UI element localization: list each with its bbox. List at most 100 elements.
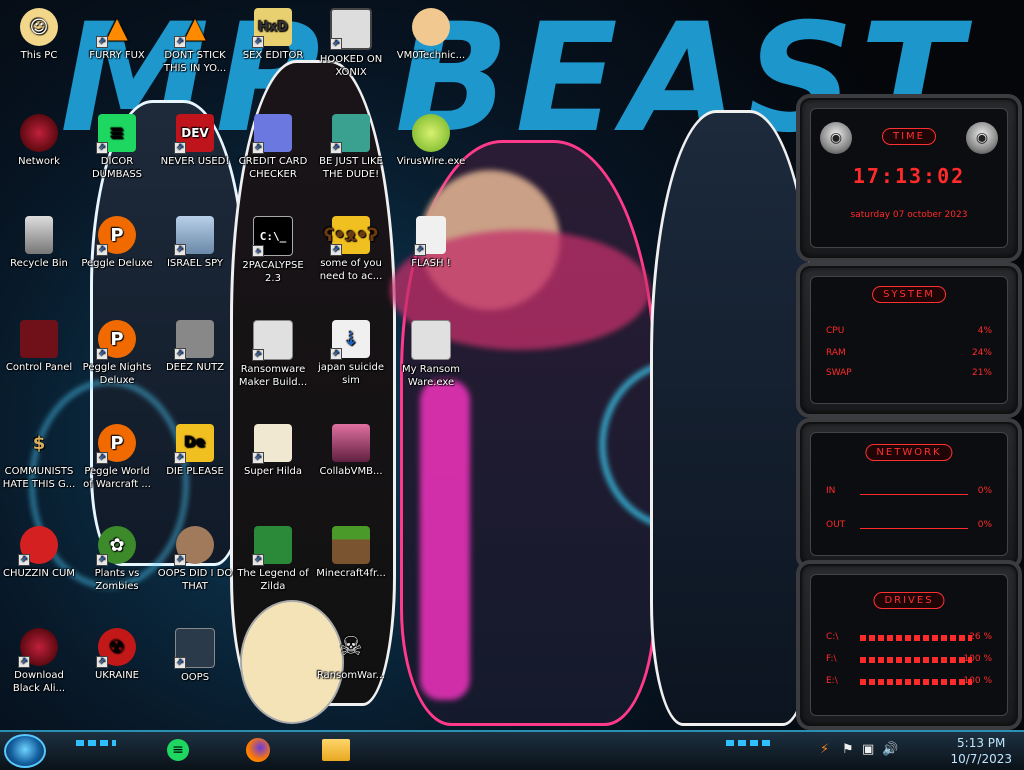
alien-head-icon: ◉: [966, 122, 998, 154]
installer-icon: ⇣ ↗: [330, 320, 370, 360]
desktop-icon-label: OOPS: [180, 672, 210, 683]
desktop-icon-peggle-nights[interactable]: P ↗ Peggle Nights Deluxe: [78, 320, 156, 387]
desktop-icon-hooked-on-xonix[interactable]: ↗ HOOKED ON XONIX: [312, 8, 390, 79]
desktop-icon-ransomware[interactable]: ☠ RansomWar...: [312, 628, 390, 682]
desktop-icon-credit-card-checker[interactable]: ↗ CREDIT CARD CHECKER: [234, 114, 312, 181]
time-gadget-title: TIME: [881, 128, 937, 145]
network-row-out: OUT 0%: [826, 520, 992, 530]
desktop-icon-die-please[interactable]: De ↗ DIE PLEASE: [156, 424, 234, 478]
network-icon[interactable]: ▣: [862, 742, 874, 757]
system-gadget-title: SYSTEM: [872, 286, 946, 303]
desktop-icon-legend-of-zilda[interactable]: ↗ The Legend of Zilda: [234, 526, 312, 593]
desktop-icon-label: CREDIT CARD CHECKER: [238, 156, 308, 180]
desktop-icon-minecraft[interactable]: Minecraft4fr...: [312, 526, 390, 580]
desktop-icon-label: some of you need to ac...: [319, 258, 383, 282]
desktop-icon-label: japan suicide sim: [317, 362, 384, 386]
speaker-icon[interactable]: 🔊: [882, 742, 898, 757]
desktop-icon-ransomware-maker[interactable]: ↗ Ransomware Maker Build...: [234, 320, 312, 389]
desktop-icon-network[interactable]: Network: [0, 114, 78, 168]
taskbar: ≡ ⚡ ⚑ ▣ 🔊 5:13 PM 10/7/2023: [0, 730, 1024, 770]
desktop-icon-label: Super Hilda: [243, 466, 303, 477]
drives-gadget[interactable]: DRIVES C:\ 26 % F:\ 100 % E:\ 100 %: [796, 560, 1022, 730]
shortcut-arrow-icon: ↗: [96, 142, 108, 154]
drive-row-label: E:\: [826, 676, 838, 686]
desktop-icon-peggle-deluxe[interactable]: P ↗ Peggle Deluxe: [78, 216, 156, 270]
desktop-icon-flash[interactable]: ↗ FLASH !: [392, 216, 470, 270]
shortcut-arrow-icon: ↗: [96, 656, 108, 668]
peggle-icon: P ↗: [96, 424, 136, 464]
desktop-icon-furry-fux[interactable]: ▲ ↗ FURRY FUX: [78, 8, 156, 62]
network-gadget[interactable]: NETWORK IN 0% OUT 0%: [796, 418, 1022, 570]
desktop-icon-label: 2PACALYPSE 2.3: [242, 260, 304, 284]
desktop-icon-chuzzin[interactable]: ↗ CHUZZIN CUM: [0, 526, 78, 580]
beaver-icon: ʕ•ᴥ•ʔ ↗: [324, 216, 378, 256]
file-explorer-icon: [322, 739, 350, 761]
desktop-icon-label: Peggle Nights Deluxe: [82, 362, 152, 386]
app-window-icon: ↗: [252, 320, 293, 361]
taskbar-spotify[interactable]: ≡: [158, 734, 198, 766]
shortcut-arrow-icon: ↗: [252, 245, 264, 257]
desktop-icon-label: COMMUNISTS HATE THIS G...: [2, 466, 76, 490]
alert-icon[interactable]: ⚡: [820, 742, 829, 757]
desktop-icon-be-just-like-the-dude[interactable]: ↗ BE JUST LIKE THE DUDE!: [312, 114, 390, 181]
shortcut-arrow-icon: ↗: [252, 452, 264, 464]
desktop-icon-viruswire[interactable]: VirusWire.exe: [392, 114, 470, 168]
time-gadget[interactable]: ◉ ◉ TIME 17:13:02 saturday 07 october 20…: [796, 94, 1022, 262]
system-row-label: CPU: [826, 326, 845, 336]
pixel-dog-icon: ↗: [252, 424, 292, 464]
firefox-icon: [246, 738, 270, 762]
radiation-icon: ☢ ↗: [96, 628, 136, 668]
drive-row-label: C:\: [826, 632, 839, 642]
desktop-icon-label: VM0Technic...: [396, 50, 466, 61]
desktop-icon-oops[interactable]: ↗ OOPS: [156, 628, 234, 684]
desktop-icon-label: Plants vs Zombies: [94, 568, 140, 592]
desktop-icon-japan-suicide-sim[interactable]: ⇣ ↗ japan suicide sim: [312, 320, 390, 387]
flag-icon[interactable]: ⚑: [842, 742, 854, 757]
desktop-icon-israel-spy[interactable]: ↗ ISRAEL SPY: [156, 216, 234, 270]
vlc-cone-icon: ▲ ↗: [174, 8, 214, 48]
desktop-icon-label: RansomWar...: [316, 670, 386, 681]
shortcut-arrow-icon: ↗: [96, 244, 108, 256]
taskbar-firefox[interactable]: [238, 734, 278, 766]
desktop-icon-vm0technic[interactable]: VM0Technic...: [392, 8, 470, 62]
money-bag-icon: $: [32, 432, 46, 454]
grass-block-icon: [332, 526, 370, 564]
desktop-icon-super-hilda[interactable]: ↗ Super Hilda: [234, 424, 312, 478]
hxd-editor-icon: HxD ↗: [252, 8, 292, 48]
desktop-icon-ukraine[interactable]: ☢ ↗ UKRAINE: [78, 628, 156, 682]
taskbar-date: 10/7/2023: [950, 752, 1012, 766]
desktop-icon-my-ransom-ware[interactable]: My Ransom Ware.exe: [392, 320, 470, 389]
system-tray: ⚡ ⚑ ▣ 🔊 5:13 PM 10/7/2023: [784, 732, 1024, 770]
desktop-icon-2pacalypse[interactable]: C:\_ ↗ 2PACALYPSE 2.3: [234, 216, 312, 285]
start-button[interactable]: [4, 734, 46, 768]
desktop-icon-never-used[interactable]: DEV ↗ NEVER USED!: [156, 114, 234, 168]
die-logo-icon: De ↗: [174, 424, 214, 464]
desktop-icon-download-black-alien[interactable]: ↗ Download Black Ali...: [0, 628, 78, 695]
chuzzle-icon: ↗: [18, 526, 58, 566]
shortcut-arrow-icon: ↗: [174, 142, 186, 154]
skull-icon: ☠: [339, 631, 363, 662]
desktop-icon-oops-did-i[interactable]: ↗ OOPS DID I DO THAT: [156, 526, 234, 593]
taskbar-file-explorer[interactable]: [316, 734, 356, 766]
desktop-icon-dont-stick[interactable]: ▲ ↗ DONT STICK THIS IN YO...: [156, 8, 234, 75]
desktop-icon-label: UKRAINE: [94, 670, 139, 681]
desktop-icon-communists[interactable]: $ COMMUNISTS HATE THIS G...: [0, 424, 78, 491]
desktop-icon-collabvm[interactable]: CollabVMB...: [312, 424, 390, 478]
desktop-icon-control-panel[interactable]: Control Panel: [0, 320, 78, 374]
desktop-icon-plants-vs-zombies[interactable]: ✿ ↗ Plants vs Zombies: [78, 526, 156, 593]
pixel-hero-icon: ↗: [252, 526, 292, 566]
desktop-icon-deez-nutz[interactable]: ↗ DEEZ NUTZ: [156, 320, 234, 374]
taskbar-clock[interactable]: 5:13 PM 10/7/2023: [950, 735, 1012, 767]
vlc-cone-icon: ▲ ↗: [96, 8, 136, 48]
network-gadget-title: NETWORK: [865, 444, 953, 461]
plant-icon: ✿ ↗: [96, 526, 136, 566]
desktop-icon-dicor-dumbass[interactable]: ≡ ↗ DICOR DUMBASS: [78, 114, 156, 181]
desktop-icon-label: BE JUST LIKE THE DUDE!: [319, 156, 383, 180]
desktop-icon-this-pc[interactable]: ☺ This PC: [0, 8, 78, 62]
desktop-icon-peggle-wow[interactable]: P ↗ Peggle World of Warcraft ...: [78, 424, 156, 491]
desktop-icon-some-of-you[interactable]: ʕ•ᴥ•ʔ ↗ some of you need to ac...: [312, 216, 390, 283]
desktop-icon-recycle-bin[interactable]: Recycle Bin: [0, 216, 78, 270]
system-gadget[interactable]: SYSTEM CPU 4% RAM 24% SWAP 21%: [796, 262, 1022, 418]
spotify-green-icon: ≡ ↗: [96, 114, 136, 154]
desktop-icon-sex-editor[interactable]: HxD ↗ SEX EDITOR: [234, 8, 312, 62]
